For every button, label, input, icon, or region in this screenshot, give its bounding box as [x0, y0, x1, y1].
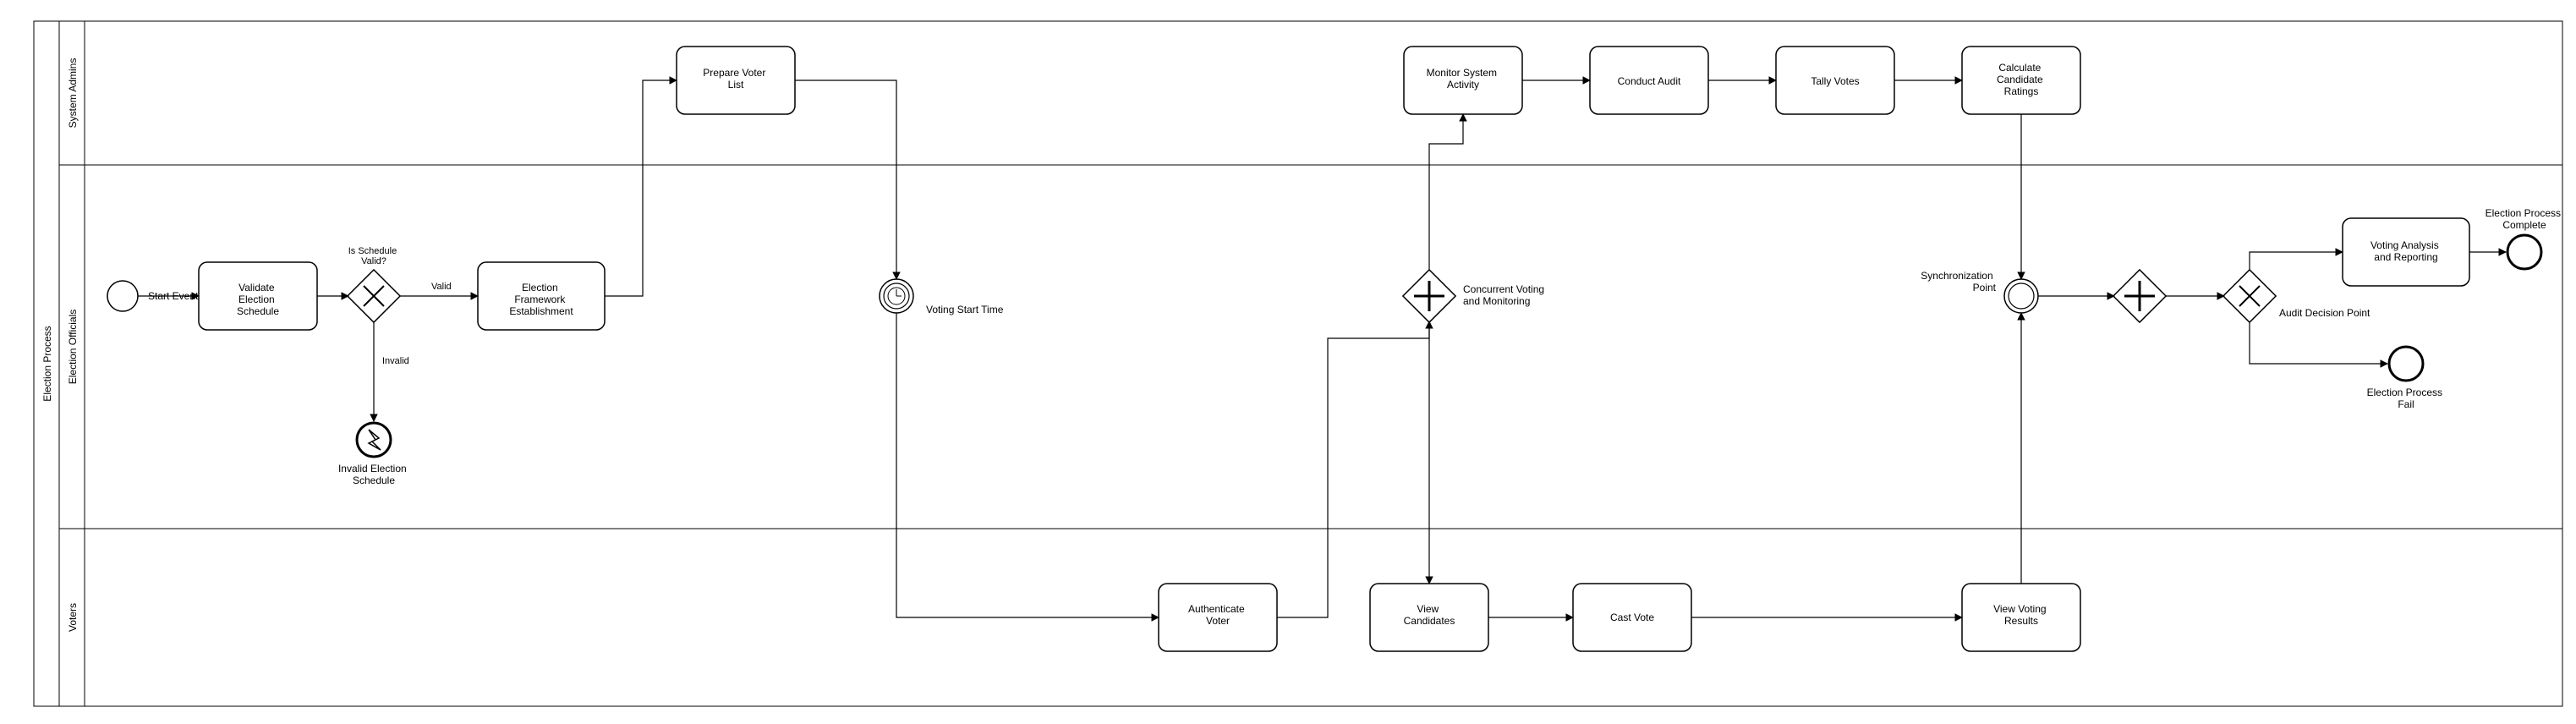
- flow-gwpar-monitor: [1429, 114, 1463, 271]
- task-validate-schedule: Validate Election Schedule Validate Elec…: [199, 262, 317, 330]
- flow-framework-prepare: [605, 80, 677, 296]
- lane-admins-label: System Admins: [67, 58, 79, 129]
- svg-text:Calculate Candidate: Calculate Candidate Ratings: [1997, 62, 2046, 97]
- flow-auth-gwpar: [1277, 321, 1429, 617]
- task-tally: Tally Votes: [1776, 47, 1894, 114]
- edge-label-invalid: Invalid: [382, 356, 409, 366]
- svg-text:Election Process Complet: Election Process Complete: [2486, 207, 2564, 231]
- pool: [34, 21, 2562, 706]
- end-event-fail: Election Process Fail Election Process F…: [2367, 347, 2446, 410]
- gateway-schedule: Is Schedule Valid? Is Schedule Valid?: [348, 246, 400, 322]
- task-audit: Conduct Audit: [1590, 47, 1708, 114]
- lane-officials: [59, 165, 2562, 529]
- gateway-parallel-join: [2113, 270, 2166, 322]
- edge-label-valid: Valid: [431, 282, 452, 292]
- task-analysis: Voting Analysis and Reporting Voting Ana…: [2343, 218, 2469, 286]
- svg-text:Synchronization Point: Synchronization Point: [1921, 270, 1996, 293]
- bpmn-diagram: Election Process System Admins Election …: [0, 0, 2576, 724]
- sync-point: Synchronization Point Synchronization Po…: [1921, 270, 2038, 313]
- gateway-audit-label: Audit Decision Point: [2279, 307, 2370, 319]
- end-event-success: Election Process Complete Election Proce…: [2486, 207, 2564, 269]
- lane-voters-label: Voters: [67, 603, 79, 632]
- svg-text:Tally Votes: Tally Votes: [1811, 75, 1859, 87]
- svg-text:Conduct Audit: Conduct Audit: [1618, 75, 1681, 87]
- task-view-candidates: View Candidates View Candidates: [1370, 584, 1488, 651]
- gateway-parallel-split: Concurrent Voting and Monitoring Concurr…: [1403, 270, 1548, 322]
- lane-officials-label: Election Officials: [67, 310, 79, 384]
- flow-gwaudit-fail: [2250, 321, 2387, 364]
- svg-text:Cast Vote: Cast Vote: [1610, 612, 1654, 623]
- task-framework: Election Framework Establishment Electio…: [478, 262, 605, 330]
- pool-label: Election Process: [41, 326, 53, 401]
- svg-text:Voting Analysis and Repo: Voting Analysis and Reporting: [2370, 239, 2442, 263]
- error-end-invalid-schedule: Invalid Election Schedule Invalid Electi…: [338, 423, 409, 486]
- task-authenticate-voter: Authenticate Voter Authenticate Voter: [1159, 584, 1277, 651]
- svg-text:Election Process Fail: Election Process Fail: [2367, 387, 2446, 410]
- svg-text:Validate Election: Validate Election Schedule: [237, 282, 279, 317]
- task-cast-vote: Cast Vote: [1573, 584, 1691, 651]
- flow-prepare-timer: [795, 80, 896, 279]
- timer-label: Voting Start Time: [926, 304, 1004, 315]
- flow-gwaudit-analysis: [2250, 252, 2343, 271]
- task-view-results: View Voting Results View Voting Results: [1962, 584, 2080, 651]
- svg-text:Invalid Election Schedul: Invalid Election Schedule: [338, 463, 409, 486]
- timer-voting-start: Voting Start Time: [880, 279, 1004, 315]
- task-prepare-voter-list: Prepare Voter List Prepare Voter List: [677, 47, 795, 114]
- task-ratings: Calculate Candidate Ratings Calculate Ca…: [1962, 47, 2080, 114]
- svg-text:Is Schedule Valid?: Is Schedule Valid?: [348, 246, 400, 266]
- flow-timer-auth: [896, 313, 1159, 617]
- lane-admins: [59, 21, 2562, 165]
- svg-text:Concurrent Voting and Mo: Concurrent Voting and Monitoring: [1463, 283, 1547, 307]
- task-monitor: Monitor System Activity Monitor System A…: [1404, 47, 1522, 114]
